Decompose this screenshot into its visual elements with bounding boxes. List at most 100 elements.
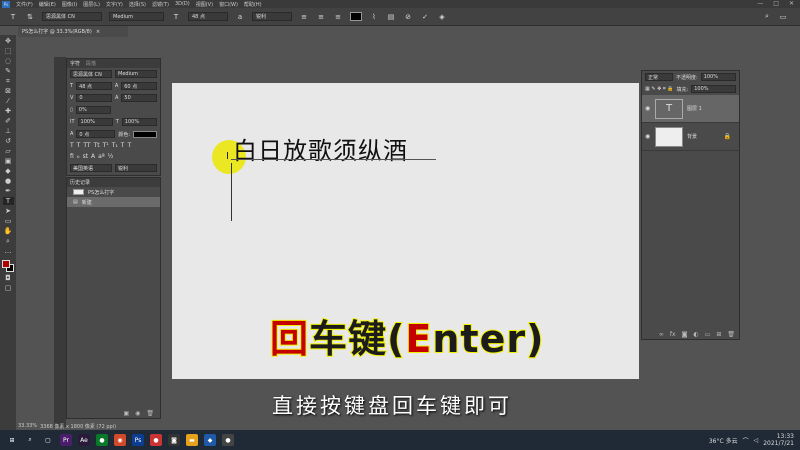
subscript-button[interactable]: T₁ [112, 142, 118, 149]
minimize-button[interactable]: — [757, 0, 763, 7]
snapshot-camera-icon[interactable]: ◉ [135, 410, 140, 417]
app-red-icon[interactable]: ● [150, 434, 162, 446]
type-tool-icon[interactable]: T [2, 197, 14, 205]
lock-icons[interactable]: ▦ ✎ ✥ ⌗ 🔒 [645, 86, 674, 92]
all-caps-button[interactable]: TT [83, 142, 90, 149]
screen-mode-icon[interactable]: ▢ [3, 284, 14, 292]
menu-layer[interactable]: 图层(L) [83, 1, 100, 8]
eraser-tool-icon[interactable]: ▱ [3, 147, 14, 155]
3d-icon[interactable]: ◈ [437, 12, 447, 21]
stylistic-button[interactable]: st [83, 153, 88, 160]
network-icon[interactable]: ⌒ [743, 436, 749, 445]
warp-text-icon[interactable]: ⌇ [369, 12, 379, 21]
font-style-select[interactable]: Medium [109, 12, 164, 21]
ordinal-button[interactable]: aª [98, 153, 105, 160]
workspace-icon[interactable]: ▭ [778, 12, 788, 21]
menu-filter[interactable]: 滤镜(T) [152, 1, 169, 8]
history-step[interactable]: ▤ 新建 [67, 197, 160, 207]
close-tab-icon[interactable]: × [96, 29, 100, 35]
menu-file[interactable]: 文件(F) [16, 1, 33, 8]
dodge-tool-icon[interactable]: ● [3, 177, 14, 185]
camera-icon[interactable]: ◙ [168, 434, 180, 446]
blur-tool-icon[interactable]: ◆ [3, 167, 14, 175]
search-icon[interactable]: ⌕ [24, 434, 36, 446]
font-family-select[interactable]: 思源黑体 CN [42, 12, 102, 21]
document-tab[interactable]: PS怎么打字 @ 33.3%(RGB/8) × [18, 26, 128, 37]
align-left-icon[interactable]: ≡ [299, 12, 309, 21]
menu-edit[interactable]: 编辑(E) [39, 1, 56, 8]
weather-widget[interactable]: 36°C 多云 [709, 436, 738, 445]
trash-icon[interactable]: 🗑 [146, 410, 154, 417]
tab-history[interactable]: 历史记录 [70, 179, 90, 186]
quick-mask-icon[interactable]: ◘ [3, 274, 14, 282]
menu-image[interactable]: 图像(I) [62, 1, 77, 8]
more-tools-icon[interactable]: … [3, 247, 14, 255]
hand-tool-icon[interactable]: ✋ [3, 227, 14, 235]
move-tool-icon[interactable]: ✥ [3, 37, 14, 45]
faux-bold-button[interactable]: T [70, 142, 74, 149]
underline-button[interactable]: T [121, 142, 125, 149]
link-layers-icon[interactable]: ∞ [659, 331, 664, 338]
quick-select-tool-icon[interactable]: ✎ [3, 67, 14, 75]
menu-type[interactable]: 文字(Y) [106, 1, 123, 8]
recorder-icon[interactable]: ● [222, 434, 234, 446]
layer-row[interactable]: ◉ 背景 🔒 [642, 123, 739, 151]
orientation-toggle-icon[interactable]: ⇅ [25, 12, 35, 21]
align-right-icon[interactable]: ≡ [333, 12, 343, 21]
char-baseline-shift[interactable]: 0 点 [76, 130, 116, 138]
visibility-eye-icon[interactable]: ◉ [645, 105, 651, 112]
character-panel-toggle-icon[interactable]: ▤ [386, 12, 396, 21]
font-size-select[interactable]: 48 点 [188, 12, 228, 21]
zoom-level[interactable]: 33.33% [18, 423, 37, 429]
char-color-swatch[interactable] [133, 130, 157, 138]
pen-tool-icon[interactable]: ✒ [3, 187, 14, 195]
path-select-tool-icon[interactable]: ➤ [3, 207, 14, 215]
char-tsume[interactable]: 0% [75, 106, 111, 114]
blend-mode-select[interactable]: 正常 [645, 73, 673, 81]
small-caps-button[interactable]: Tt [94, 142, 100, 149]
menu-view[interactable]: 视图(V) [196, 1, 213, 8]
menu-window[interactable]: 窗口(W) [219, 1, 238, 8]
char-font-style[interactable]: Medium [115, 70, 157, 78]
maximize-button[interactable]: □ [773, 0, 779, 7]
gradient-tool-icon[interactable]: ▣ [3, 157, 14, 165]
menu-help[interactable]: 帮助(H) [244, 1, 262, 8]
titling-button[interactable]: A [91, 153, 95, 160]
swash-button[interactable]: ℴ [77, 153, 80, 160]
history-brush-icon[interactable]: ↺ [3, 137, 14, 145]
superscript-button[interactable]: T¹ [103, 142, 109, 149]
crop-tool-icon[interactable]: ⌗ [3, 77, 14, 85]
menu-select[interactable]: 选择(S) [129, 1, 146, 8]
fill-field[interactable]: 100% [691, 85, 736, 93]
after-effects-icon[interactable]: Ae [78, 434, 90, 446]
new-document-from-state-icon[interactable]: ▣ [123, 410, 129, 417]
char-tracking[interactable]: 50 [121, 94, 157, 102]
ligature-button[interactable]: fi [70, 153, 74, 160]
history-snapshot[interactable]: PS怎么打字 [67, 187, 160, 197]
char-font-family[interactable]: 思源黑体 CN [70, 70, 112, 78]
text-color-swatch[interactable] [350, 12, 362, 21]
char-kerning[interactable]: 0 [76, 94, 112, 102]
visibility-eye-icon[interactable]: ◉ [645, 133, 651, 140]
canvas-text-layer[interactable]: 白日放歌须纵酒 [233, 131, 408, 166]
layer-row[interactable]: ◉ T 图层 1 [642, 95, 739, 123]
stamp-tool-icon[interactable]: ⊥ [3, 127, 14, 135]
zoom-tool-icon[interactable]: ⌕ [3, 237, 14, 245]
char-font-size[interactable]: 48 点 [76, 82, 112, 90]
strikethrough-button[interactable]: T [127, 142, 131, 149]
char-horizontal-scale[interactable]: 100% [121, 118, 157, 126]
new-layer-icon[interactable]: ⊞ [716, 331, 721, 338]
fraction-button[interactable]: ½ [108, 153, 114, 160]
delete-layer-icon[interactable]: 🗑 [727, 331, 735, 338]
shape-tool-icon[interactable]: ▭ [3, 217, 14, 225]
chat-icon[interactable]: ● [96, 434, 108, 446]
volume-icon[interactable]: ◁ [754, 437, 759, 444]
add-mask-icon[interactable]: ◙ [682, 331, 688, 338]
type-tool-icon[interactable]: T [8, 12, 18, 21]
char-vertical-scale[interactable]: 100% [77, 118, 113, 126]
lasso-tool-icon[interactable]: ◌ [3, 57, 14, 65]
healing-tool-icon[interactable]: ✚ [3, 107, 14, 115]
frame-tool-icon[interactable]: ⊠ [3, 87, 14, 95]
search-icon[interactable]: ⌕ [762, 12, 772, 21]
char-leading[interactable]: 60 点 [121, 82, 158, 90]
